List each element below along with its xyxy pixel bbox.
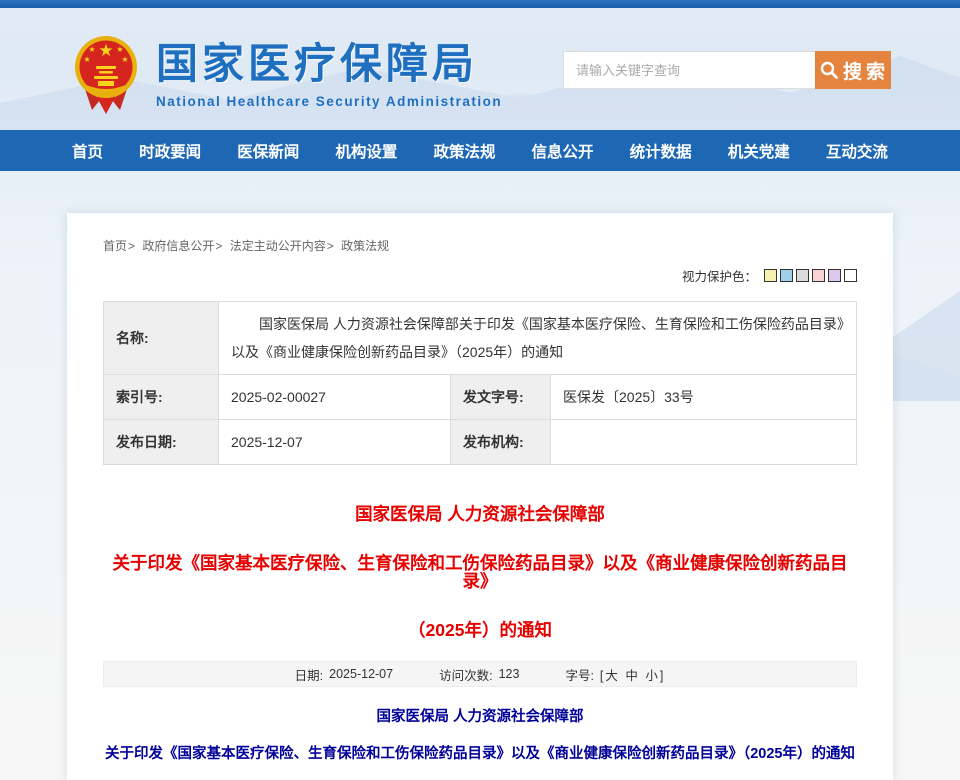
breadcrumb-policy[interactable]: 政策法规 bbox=[341, 239, 389, 253]
breadcrumb-gov-info[interactable]: 政府信息公开 bbox=[142, 239, 214, 253]
nav-item-org-structure[interactable]: 机构设置 bbox=[335, 140, 397, 162]
eye-color-swatch-pink[interactable] bbox=[812, 269, 825, 282]
breadcrumb-statutory-disclosure[interactable]: 法定主动公开内容 bbox=[230, 239, 326, 253]
meta-name-label: 名称: bbox=[104, 302, 219, 375]
meta-agency-value bbox=[551, 420, 857, 465]
breadcrumb-separator: > bbox=[215, 239, 222, 253]
nav-item-party-building[interactable]: 机关党建 bbox=[728, 140, 790, 162]
eye-protection-label: 视力保护色： bbox=[682, 266, 757, 285]
nav-item-info-disclosure[interactable]: 信息公开 bbox=[532, 140, 594, 162]
site-subtitle: National Healthcare Security Administrat… bbox=[156, 94, 502, 109]
svg-text:★: ★ bbox=[116, 45, 123, 54]
svg-text:★: ★ bbox=[83, 55, 90, 64]
svg-text:★: ★ bbox=[98, 41, 113, 60]
search-box: 搜索 bbox=[563, 51, 891, 89]
meta-docnum-label: 发文字号: bbox=[451, 375, 551, 420]
nav-item-insurance-news[interactable]: 医保新闻 bbox=[237, 140, 299, 162]
site-logo[interactable]: ★ ★ ★ ★ ★ 国家医疗保障局 National Healthcare Se… bbox=[70, 34, 502, 118]
table-row: 名称: 国家医保局 人力资源社会保障部关于印发《国家基本医疗保险、生育保险和工伤… bbox=[104, 302, 857, 375]
nav-item-statistics[interactable]: 统计数据 bbox=[630, 140, 692, 162]
fontsize-label: 字号: bbox=[565, 665, 593, 684]
search-icon bbox=[819, 60, 839, 80]
meta-agency-label: 发布机构: bbox=[451, 420, 551, 465]
article-subtitle-line1: 国家医保局 人力资源社会保障部 bbox=[103, 709, 857, 726]
nav-item-interaction[interactable]: 互动交流 bbox=[826, 140, 888, 162]
nav-item-home[interactable]: 首页 bbox=[72, 140, 103, 162]
national-emblem-icon: ★ ★ ★ ★ ★ bbox=[70, 34, 142, 118]
meta-name-value: 国家医保局 人力资源社会保障部关于印发《国家基本医疗保险、生育保险和工伤保险药品… bbox=[219, 302, 857, 375]
breadcrumb: 首页> 政府信息公开> 法定主动公开内容> 政策法规 bbox=[103, 237, 857, 254]
eye-color-swatch-blue[interactable] bbox=[780, 269, 793, 282]
main-nav: 首页 时政要闻 医保新闻 机构设置 政策法规 信息公开 统计数据 机关党建 互动… bbox=[0, 130, 960, 171]
article-title-line2: 关于印发《国家基本医疗保险、生育保险和工伤保险药品目录》以及《商业健康保险创新药… bbox=[103, 554, 857, 590]
search-input[interactable] bbox=[563, 51, 815, 89]
site-header: ★ ★ ★ ★ ★ 国家医疗保障局 National Healthcare Se… bbox=[0, 8, 960, 130]
eye-color-swatch-gray[interactable] bbox=[796, 269, 809, 282]
meta-name-text: 国家医保局 人力资源社会保障部关于印发《国家基本医疗保险、生育保险和工伤保险药品… bbox=[231, 310, 844, 366]
table-row: 发布日期: 2025-12-07 发布机构: bbox=[104, 420, 857, 465]
breadcrumb-home[interactable]: 首页 bbox=[103, 239, 127, 253]
content-panel: 首页> 政府信息公开> 法定主动公开内容> 政策法规 视力保护色： 名称: 国家… bbox=[67, 213, 893, 780]
visits-value: 123 bbox=[499, 667, 520, 681]
table-row: 索引号: 2025-02-00027 发文字号: 医保发〔2025〕33号 bbox=[104, 375, 857, 420]
svg-text:★: ★ bbox=[88, 45, 95, 54]
document-meta-table: 名称: 国家医保局 人力资源社会保障部关于印发《国家基本医疗保险、生育保险和工伤… bbox=[103, 301, 857, 465]
meta-index-label: 索引号: bbox=[104, 375, 219, 420]
meta-pubdate-value: 2025-12-07 bbox=[219, 420, 451, 465]
article-info-bar: 日期: 2025-12-07 访问次数: 123 字号: [大 中 小] bbox=[103, 661, 857, 687]
fontsize-control[interactable]: [大 中 小] bbox=[600, 665, 665, 684]
meta-docnum-value: 医保发〔2025〕33号 bbox=[551, 375, 857, 420]
eye-color-swatch-white[interactable] bbox=[844, 269, 857, 282]
nav-item-politics-news[interactable]: 时政要闻 bbox=[139, 140, 201, 162]
date-value: 2025-12-07 bbox=[329, 667, 393, 681]
eye-color-swatch-yellow[interactable] bbox=[764, 269, 777, 282]
meta-index-value: 2025-02-00027 bbox=[219, 375, 451, 420]
eye-color-swatch-purple[interactable] bbox=[828, 269, 841, 282]
search-button[interactable]: 搜索 bbox=[815, 51, 891, 89]
breadcrumb-separator: > bbox=[327, 239, 334, 253]
nav-item-policy-regulations[interactable]: 政策法规 bbox=[433, 140, 495, 162]
meta-pubdate-label: 发布日期: bbox=[104, 420, 219, 465]
article-title-line1: 国家医保局 人力资源社会保障部 bbox=[103, 505, 857, 523]
search-button-label: 搜索 bbox=[843, 57, 889, 84]
article-subtitle-line2: 关于印发《国家基本医疗保险、生育保险和工伤保险药品目录》以及《商业健康保险创新药… bbox=[103, 746, 857, 763]
site-title: 国家医疗保障局 bbox=[156, 42, 502, 88]
breadcrumb-separator: > bbox=[128, 239, 135, 253]
article-title-line3: （2025年）的通知 bbox=[103, 621, 857, 639]
visits-label: 访问次数: bbox=[439, 665, 492, 684]
date-label: 日期: bbox=[295, 665, 323, 684]
svg-text:★: ★ bbox=[121, 55, 128, 64]
top-accent-bar bbox=[0, 0, 960, 8]
eye-protection-row: 视力保护色： bbox=[103, 266, 857, 285]
